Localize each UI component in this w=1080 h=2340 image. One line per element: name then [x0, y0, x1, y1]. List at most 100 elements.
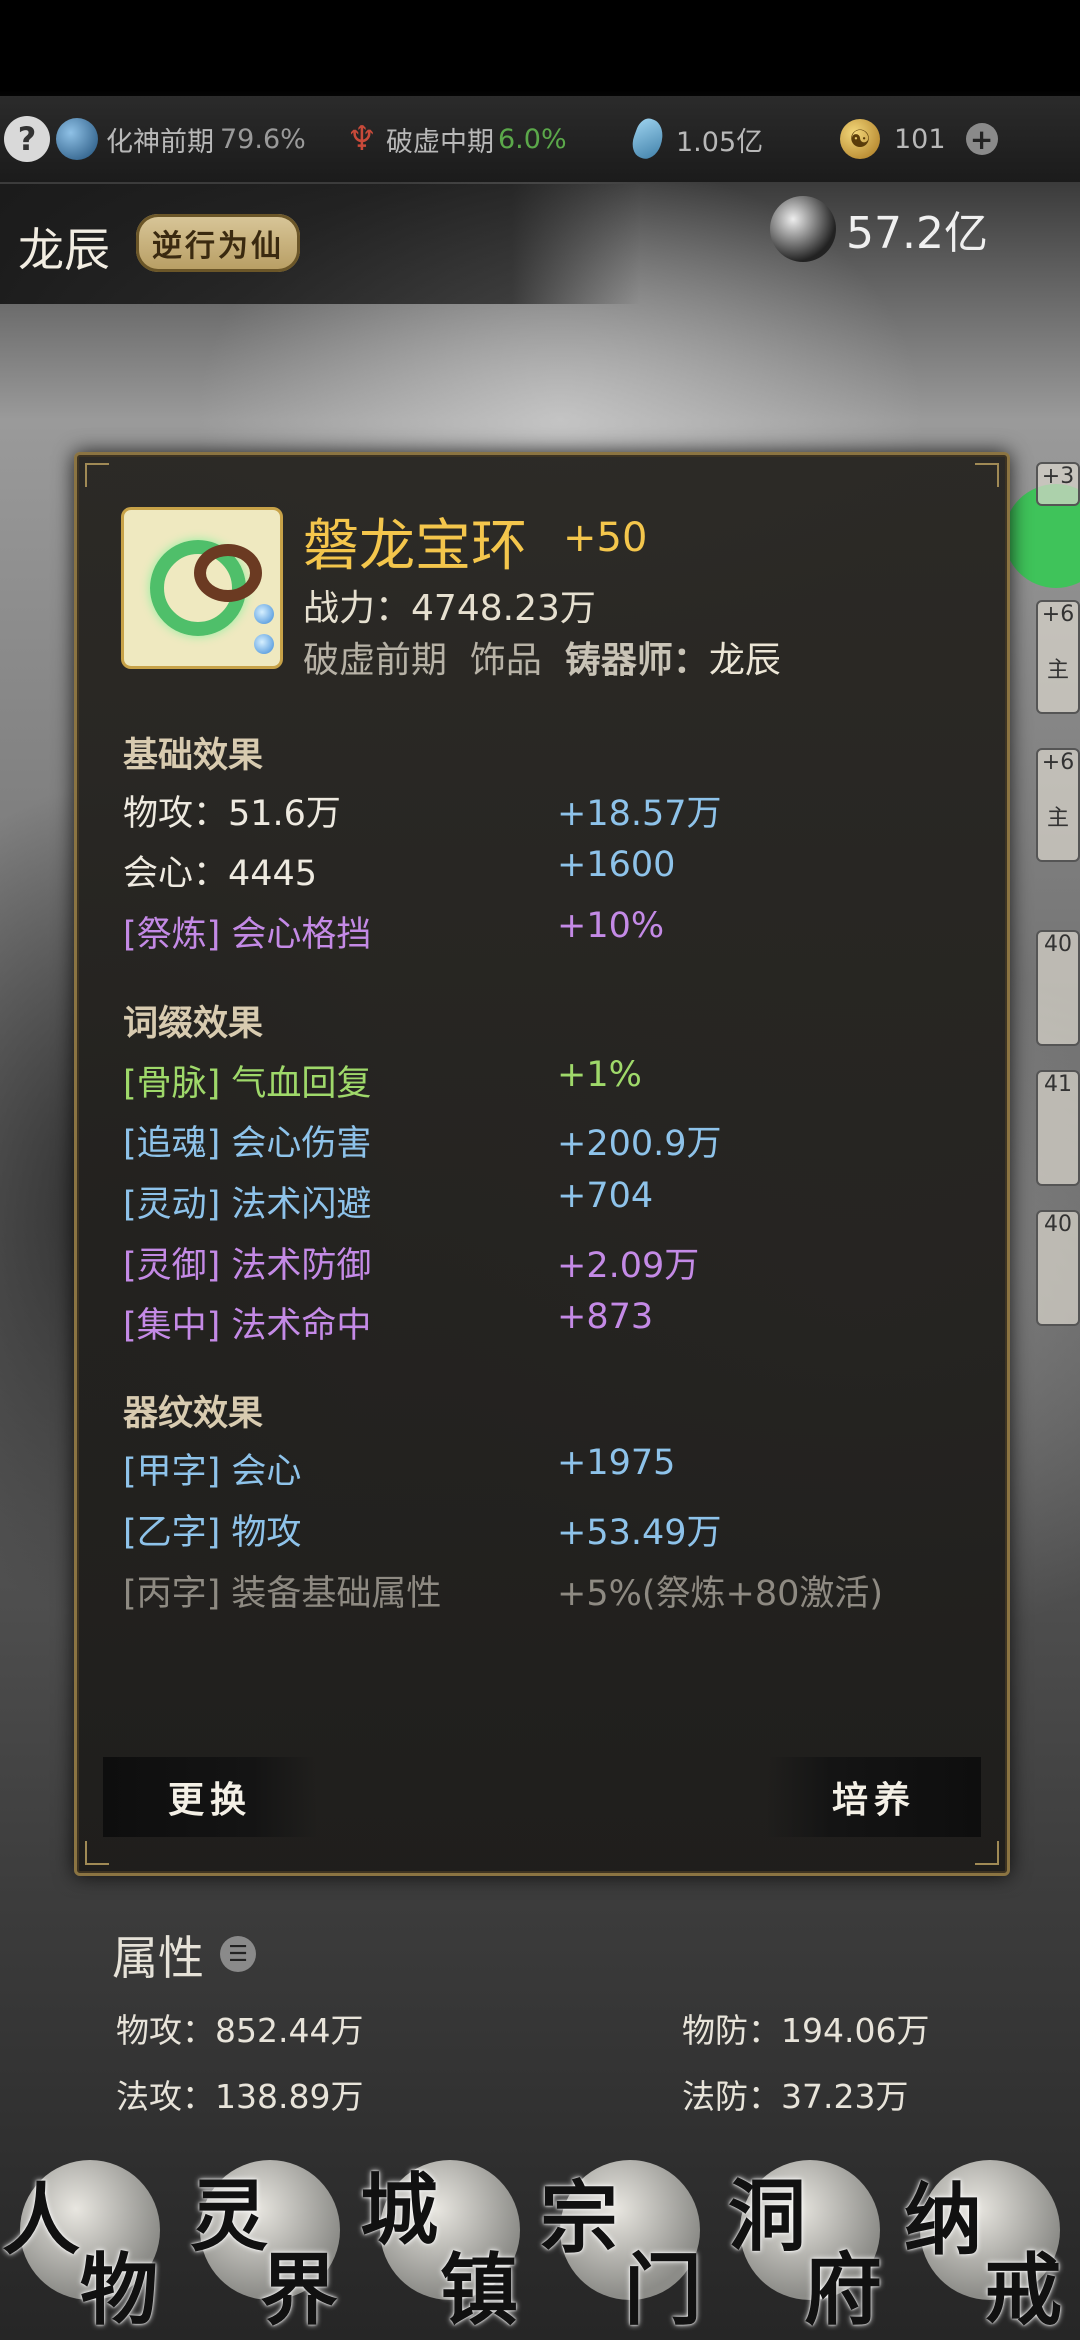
effect-value: +18.57万: [557, 794, 722, 834]
item-detail-popup: 磐龙宝环 +50 战力：4748.23万 破虚前期 饰品 铸器师：龙辰 基础效果…: [74, 452, 1010, 1876]
nav-char: 宗: [540, 2173, 619, 2264]
effect-row: [灵动] 法术闪避 +704: [123, 1176, 963, 1226]
equip-slot-tab[interactable]: 40: [1036, 1210, 1080, 1326]
nav-char: 纳: [904, 2175, 983, 2266]
player-title-badge[interactable]: 逆行为仙: [136, 214, 300, 272]
equip-slot-tab[interactable]: +6 主: [1036, 748, 1080, 862]
item-icon: [121, 507, 283, 669]
player-name: 龙辰: [18, 223, 110, 277]
edge-label: 主: [1046, 806, 1069, 831]
item-enhance-level: +50: [563, 515, 648, 561]
nav-char: 镇: [440, 2245, 519, 2336]
item-name: 磐龙宝环: [303, 514, 527, 579]
item-realm: 破虚前期: [303, 640, 448, 681]
nav-town[interactable]: 城 镇: [360, 2148, 530, 2336]
equip-slot-tab[interactable]: 41: [1036, 1070, 1080, 1186]
item-maker-label: 铸器师：: [564, 640, 709, 681]
spirit-stone-icon: [628, 115, 668, 163]
effect-label: [灵动] 法术闪避: [123, 1185, 372, 1225]
nav-char: 物: [80, 2245, 159, 2336]
effect-label: 会心：4445: [123, 854, 318, 894]
item-power-value: 4748.23万: [411, 588, 596, 629]
effect-label: [追魂] 会心伤害: [123, 1124, 372, 1164]
effect-label: [祭炼] 会心格挡: [123, 915, 372, 955]
effect-value: +1600: [557, 845, 676, 885]
frame-corner: [975, 463, 999, 487]
attributes-title: 属性: [112, 1931, 204, 1985]
nav-cave[interactable]: 洞 府: [720, 2148, 890, 2336]
item-power-label: 战力：: [303, 588, 412, 629]
effect-label: [集中] 法术命中: [123, 1306, 372, 1346]
equip-slot-tab[interactable]: +3: [1036, 462, 1080, 506]
replace-button[interactable]: 更换: [103, 1757, 317, 1837]
effect-value: +1975: [557, 1443, 676, 1483]
equip-slot-tab[interactable]: +6 主: [1036, 600, 1080, 714]
equip-slot-tab[interactable]: 40: [1036, 930, 1080, 1046]
effect-label: 物攻：51.6万: [123, 794, 341, 834]
nav-char: 人: [2, 2175, 81, 2266]
effect-value: +10%: [557, 906, 665, 946]
effect-row: [祭炼] 会心格挡 +10%: [123, 906, 963, 956]
list-icon[interactable]: ☰: [220, 1936, 256, 1972]
nav-char: 界: [260, 2245, 339, 2336]
player-name-bar: 龙辰 逆行为仙: [0, 184, 640, 304]
effect-label: [乙字] 物攻: [123, 1513, 302, 1553]
item-type: 饰品: [469, 640, 542, 681]
realm-label: 破虚中期: [386, 126, 494, 158]
currency-counter[interactable]: ☯ 101 +: [840, 96, 998, 182]
realm-progress-2[interactable]: ♆ 破虚中期 6.0%: [346, 96, 567, 182]
realm-percent: 6.0%: [498, 123, 567, 155]
nav-char: 门: [624, 2245, 703, 2336]
edge-label: 主: [1046, 658, 1069, 683]
top-status-bar: ? 化神前期 79.6% ♆ 破虚中期 6.0% 1.05亿 ☯ 101 +: [0, 96, 1080, 182]
attr-mag-def: 法防：37.23万: [682, 2077, 909, 2116]
attr-mag-atk: 法攻：138.89万: [116, 2077, 364, 2116]
frame-corner: [85, 1841, 109, 1865]
effect-label: [骨脉] 气血回复: [123, 1064, 372, 1104]
effect-row: 物攻：51.6万 +18.57万: [123, 785, 963, 835]
effect-value: +53.49万: [557, 1513, 722, 1553]
nav-char: 戒: [984, 2245, 1063, 2336]
effect-row: [灵御] 法术防御 +2.09万: [123, 1237, 963, 1287]
section-basic-effects: 基础效果: [123, 736, 264, 776]
attr-phys-def: 物防：194.06万: [682, 2011, 930, 2050]
player-power-value: 57.2亿: [846, 208, 988, 259]
edge-label: +6: [1041, 750, 1075, 775]
effect-label: [灵御] 法术防御: [123, 1246, 372, 1286]
nav-spirit-realm[interactable]: 灵 界: [180, 2148, 350, 2336]
effect-row: [甲字] 会心 +1975: [123, 1443, 963, 1493]
item-meta: 破虚前期 饰品 铸器师：龙辰: [303, 631, 781, 683]
attr-phys-atk: 物攻：852.44万: [116, 2011, 364, 2050]
effect-row: [追魂] 会心伤害 +200.9万: [123, 1115, 963, 1165]
nav-storage-ring[interactable]: 纳 戒: [900, 2148, 1070, 2336]
effect-label: [丙字] 装备基础属性: [123, 1574, 442, 1614]
item-maker: 龙辰: [708, 640, 781, 681]
train-button[interactable]: 培养: [767, 1757, 981, 1837]
realm-progress-1[interactable]: 化神前期 79.6%: [56, 96, 306, 182]
effect-row: [集中] 法术命中 +873: [123, 1297, 963, 1347]
taiji-icon: [56, 118, 98, 160]
effect-value: +5%(祭炼+80激活): [557, 1574, 884, 1614]
gem-socket-icon: [254, 604, 274, 624]
gem-socket-icon: [254, 634, 274, 654]
spirit-stone-counter[interactable]: 1.05亿: [628, 96, 764, 182]
nav-character[interactable]: 人 物: [0, 2148, 170, 2336]
effect-value: +2.09万: [557, 1246, 700, 1286]
edge-label: +6: [1041, 602, 1075, 627]
nav-sect[interactable]: 宗 门: [540, 2148, 710, 2336]
section-affix-effects: 词缀效果: [123, 1004, 264, 1044]
help-icon[interactable]: ?: [4, 116, 50, 162]
effect-row: 会心：4445 +1600: [123, 845, 963, 895]
spirit-stone-amount: 1.05亿: [676, 126, 764, 158]
effect-row: [乙字] 物攻 +53.49万: [123, 1504, 963, 1554]
section-pattern-effects: 器纹效果: [123, 1394, 264, 1434]
effect-row: [丙字] 装备基础属性 +5%(祭炼+80激活): [123, 1565, 963, 1615]
effect-value: +704: [557, 1176, 654, 1216]
effect-value: +200.9万: [557, 1124, 722, 1164]
frame-corner: [975, 1841, 999, 1865]
effect-value: +873: [557, 1297, 654, 1337]
add-currency-icon[interactable]: +: [965, 123, 998, 156]
flame-icon: ♆: [346, 119, 378, 159]
nav-char: 府: [804, 2245, 883, 2336]
nav-char: 城: [360, 2165, 439, 2256]
